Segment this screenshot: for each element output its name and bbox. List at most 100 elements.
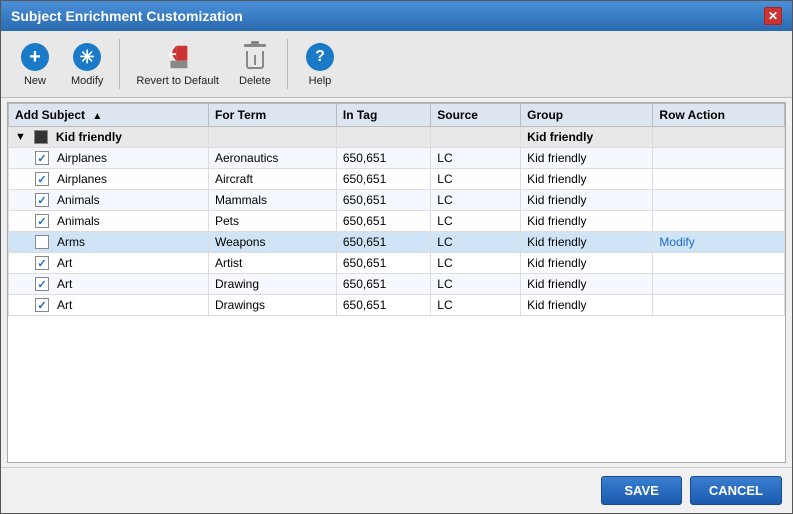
group-cell: Kid friendly (521, 274, 653, 295)
row-checkbox[interactable] (35, 151, 49, 165)
subject-label: Art (57, 277, 72, 291)
in-tag-cell (336, 127, 430, 148)
subject-label: Animals (57, 193, 100, 207)
row-action-cell (653, 190, 785, 211)
delete-button[interactable]: Delete (231, 37, 279, 91)
plus-circle-icon: + (21, 43, 49, 71)
row-checkbox[interactable] (35, 214, 49, 228)
for-term-cell: Pets (209, 211, 337, 232)
group-name-cell: Kid friendly (521, 127, 653, 148)
expand-icon[interactable]: ▼ (15, 131, 26, 143)
col-source[interactable]: Source (431, 104, 521, 127)
add-subject-cell: Animals (9, 190, 209, 211)
in-tag-cell: 650,651 (336, 295, 430, 316)
revert-button[interactable]: Revert to Default (128, 37, 227, 91)
new-button[interactable]: + New (11, 37, 59, 91)
close-button[interactable]: ✕ (764, 7, 782, 25)
dialog: Subject Enrichment Customization ✕ + New… (0, 0, 793, 514)
for-term-cell: Artist (209, 253, 337, 274)
table-row[interactable]: Airplanes Aircraft 650,651 LC Kid friend… (9, 169, 785, 190)
table-row[interactable]: Animals Pets 650,651 LC Kid friendly (9, 211, 785, 232)
for-term-cell (209, 127, 337, 148)
table-row[interactable]: ▼ Kid friendly Kid friendly (9, 127, 785, 148)
subject-label: Airplanes (57, 172, 107, 186)
in-tag-cell: 650,651 (336, 148, 430, 169)
in-tag-cell: 650,651 (336, 274, 430, 295)
group-cell: Kid friendly (521, 211, 653, 232)
row-checkbox[interactable] (35, 298, 49, 312)
row-action-cell (653, 295, 785, 316)
asterisk-icon: ✳ (73, 43, 101, 71)
add-subject-cell: Art (9, 274, 209, 295)
for-term-cell: Mammals (209, 190, 337, 211)
group-cell: Kid friendly (521, 190, 653, 211)
in-tag-cell: 650,651 (336, 232, 430, 253)
add-subject-cell: Airplanes (9, 169, 209, 190)
in-tag-cell: 650,651 (336, 211, 430, 232)
table-row[interactable]: Art Artist 650,651 LC Kid friendly (9, 253, 785, 274)
col-add-subject[interactable]: Add Subject ▲ (9, 104, 209, 127)
row-action-cell: Modify (653, 232, 785, 253)
modify-link[interactable]: Modify (659, 235, 694, 249)
source-cell: LC (431, 169, 521, 190)
in-tag-cell: 650,651 (336, 253, 430, 274)
add-subject-cell: Animals (9, 211, 209, 232)
group-label: Kid friendly (56, 130, 122, 144)
col-for-term[interactable]: For Term (209, 104, 337, 127)
group-cell: Kid friendly (521, 232, 653, 253)
row-checkbox[interactable] (35, 235, 49, 249)
subject-label: Airplanes (57, 151, 107, 165)
table-wrapper[interactable]: Add Subject ▲ For Term In Tag Source Gro… (7, 102, 786, 463)
table-row[interactable]: Art Drawings 650,651 LC Kid friendly (9, 295, 785, 316)
add-subject-cell: Art (9, 253, 209, 274)
sort-arrow-icon: ▲ (92, 111, 102, 122)
subject-label: Animals (57, 214, 100, 228)
table-row[interactable]: Arms Weapons 650,651 LC Kid friendly Mod… (9, 232, 785, 253)
trash-icon (244, 44, 266, 70)
subject-label: Arms (57, 235, 85, 249)
add-subject-cell: Airplanes (9, 148, 209, 169)
row-checkbox[interactable] (35, 172, 49, 186)
table-header-row: Add Subject ▲ For Term In Tag Source Gro… (9, 104, 785, 127)
col-row-action[interactable]: Row Action (653, 104, 785, 127)
in-tag-cell: 650,651 (336, 190, 430, 211)
data-table: Add Subject ▲ For Term In Tag Source Gro… (8, 103, 785, 316)
row-checkbox[interactable] (35, 256, 49, 270)
table-row[interactable]: Art Drawing 650,651 LC Kid friendly (9, 274, 785, 295)
cancel-button[interactable]: CANCEL (690, 476, 782, 505)
row-checkbox[interactable] (35, 193, 49, 207)
save-button[interactable]: SAVE (601, 476, 681, 505)
row-action-cell (653, 211, 785, 232)
row-action-cell (653, 148, 785, 169)
table-container: Add Subject ▲ For Term In Tag Source Gro… (1, 98, 792, 467)
col-group[interactable]: Group (521, 104, 653, 127)
col-in-tag[interactable]: In Tag (336, 104, 430, 127)
title-bar: Subject Enrichment Customization ✕ (1, 1, 792, 31)
source-cell: LC (431, 274, 521, 295)
table-row[interactable]: Animals Mammals 650,651 LC Kid friendly (9, 190, 785, 211)
source-cell: LC (431, 211, 521, 232)
source-cell: LC (431, 232, 521, 253)
group-cell: ▼ Kid friendly (9, 127, 209, 148)
group-checkbox[interactable] (34, 130, 48, 144)
row-checkbox[interactable] (35, 277, 49, 291)
revert-icon (163, 42, 193, 72)
help-button[interactable]: ? Help (296, 37, 344, 91)
source-cell: LC (431, 148, 521, 169)
source-cell: LC (431, 190, 521, 211)
toolbar-separator-1 (119, 39, 120, 89)
group-cell: Kid friendly (521, 169, 653, 190)
row-action-cell (653, 169, 785, 190)
modify-button[interactable]: ✳ Modify (63, 37, 111, 91)
group-cell: Kid friendly (521, 148, 653, 169)
table-row[interactable]: Airplanes Aeronautics 650,651 LC Kid fri… (9, 148, 785, 169)
for-term-cell: Drawings (209, 295, 337, 316)
source-cell (431, 127, 521, 148)
group-cell: Kid friendly (521, 295, 653, 316)
row-action-cell (653, 253, 785, 274)
toolbar: + New ✳ Modify Revert to Default (1, 31, 792, 98)
footer: SAVE CANCEL (1, 467, 792, 513)
for-term-cell: Drawing (209, 274, 337, 295)
for-term-cell: Weapons (209, 232, 337, 253)
add-subject-cell: Art (9, 295, 209, 316)
